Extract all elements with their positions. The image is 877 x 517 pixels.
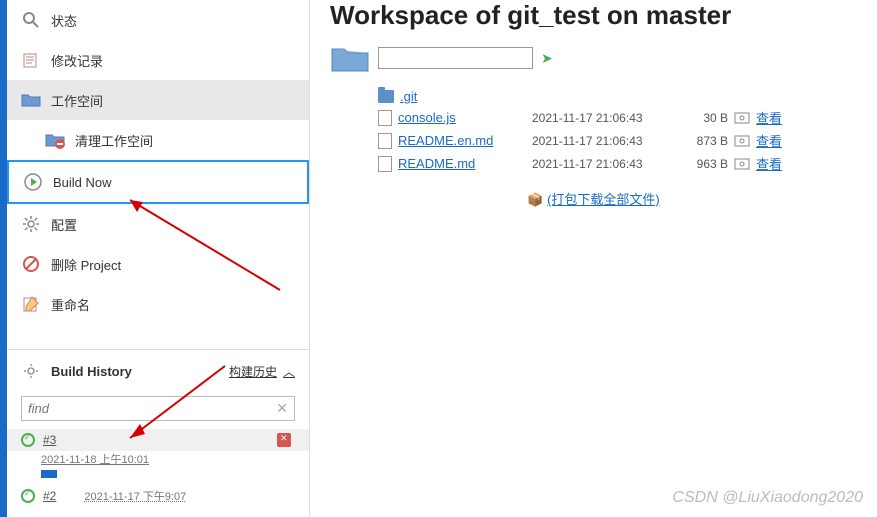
menu-label: 状态	[51, 11, 77, 30]
edit-icon	[21, 294, 41, 314]
clock-play-icon	[23, 172, 43, 192]
status-success-icon	[21, 489, 35, 503]
file-size: 30 B	[678, 111, 728, 125]
file-row: console.js 2021-11-17 21:06:43 30 B 查看	[378, 106, 857, 129]
gear-icon[interactable]	[21, 361, 41, 381]
menu-label: 修改记录	[51, 51, 103, 70]
progress-bar	[41, 470, 57, 478]
build-row-3[interactable]: #3	[7, 429, 309, 451]
build-time[interactable]: 2021-11-17 下午9:07	[64, 488, 186, 504]
menu-label: Build Now	[53, 175, 112, 190]
file-icon	[378, 156, 392, 172]
menu-clean-workspace[interactable]: 清理工作空间	[7, 120, 309, 160]
fingerprint-icon[interactable]	[734, 112, 750, 124]
magnifier-icon	[21, 10, 41, 30]
history-trend-link[interactable]: 构建历史 ︿	[229, 363, 295, 380]
folder-large-icon	[330, 41, 370, 75]
build-id-link[interactable]: #3	[43, 433, 56, 447]
find-box[interactable]: ✕	[21, 396, 295, 421]
file-icon	[378, 133, 392, 149]
file-name-link[interactable]: README.en.md	[398, 133, 526, 148]
menu-label: 清理工作空间	[75, 131, 153, 150]
menu-rename[interactable]: 重命名	[7, 284, 309, 324]
download-all-link[interactable]: (打包下载全部文件)	[547, 192, 660, 207]
menu-workspace[interactable]: 工作空间	[7, 80, 309, 120]
prohibit-icon	[21, 254, 41, 274]
path-bar: ➤	[330, 41, 857, 75]
folder-icon	[21, 90, 41, 110]
file-date: 2021-11-17 21:06:43	[532, 134, 672, 148]
cancel-build-icon[interactable]	[277, 433, 291, 447]
file-date: 2021-11-17 21:06:43	[532, 157, 672, 171]
left-accent-bar	[0, 0, 7, 517]
fingerprint-icon[interactable]	[734, 158, 750, 170]
menu-configure[interactable]: 配置	[7, 204, 309, 244]
path-input[interactable]	[378, 47, 533, 69]
file-name-link[interactable]: .git	[400, 89, 528, 104]
file-size: 963 B	[678, 157, 728, 171]
folder-small-icon	[378, 90, 394, 103]
build-history-section: Build History 构建历史 ︿ ✕ #3 2021-11-18 上午1…	[0, 349, 309, 508]
history-header: Build History 构建历史 ︿	[7, 350, 309, 392]
zip-icon: 📦	[527, 192, 543, 207]
gear-icon	[21, 214, 41, 234]
menu-label: 配置	[51, 215, 77, 234]
download-all: 📦 (打包下载全部文件)	[330, 189, 857, 208]
menu-delete-project[interactable]: 删除 Project	[7, 244, 309, 284]
file-name-link[interactable]: README.md	[398, 156, 526, 171]
file-view-link[interactable]: 查看	[756, 131, 782, 150]
file-view-link[interactable]: 查看	[756, 108, 782, 127]
build-time[interactable]: 2021-11-18 上午10:01	[7, 451, 309, 467]
fingerprint-icon[interactable]	[734, 135, 750, 147]
menu-label: 删除 Project	[51, 255, 121, 274]
file-row-folder[interactable]: .git	[378, 87, 857, 106]
menu-changes[interactable]: 修改记录	[7, 40, 309, 80]
file-row: README.md 2021-11-17 21:06:43 963 B 查看	[378, 152, 857, 175]
menu-label: 重命名	[51, 295, 90, 314]
file-date: 2021-11-17 21:06:43	[532, 111, 672, 125]
file-icon	[378, 110, 392, 126]
menu-label: 工作空间	[51, 91, 103, 110]
go-arrow-icon[interactable]: ➤	[541, 50, 553, 67]
find-input[interactable]	[28, 401, 276, 416]
menu-build-now[interactable]: Build Now	[7, 160, 309, 204]
page-title: Workspace of git_test on master	[330, 0, 857, 31]
notepad-icon	[21, 50, 41, 70]
sidebar: 状态 修改记录 工作空间 清理工作空间 Build Now 配置	[0, 0, 310, 517]
main-content: Workspace of git_test on master ➤ .git c…	[310, 0, 877, 517]
chevron-up-icon: ︿	[283, 363, 295, 380]
history-title: Build History	[51, 364, 132, 379]
file-row: README.en.md 2021-11-17 21:06:43 873 B 查…	[378, 129, 857, 152]
build-row-2[interactable]: #2 2021-11-17 下午9:07	[7, 484, 309, 508]
file-name-link[interactable]: console.js	[398, 110, 526, 125]
file-view-link[interactable]: 查看	[756, 154, 782, 173]
file-list: .git console.js 2021-11-17 21:06:43 30 B…	[378, 87, 857, 175]
sidebar-menu: 状态 修改记录 工作空间 清理工作空间 Build Now 配置	[0, 0, 309, 324]
clear-icon[interactable]: ✕	[276, 400, 288, 417]
folder-delete-icon	[45, 130, 65, 150]
build-id-link[interactable]: #2	[43, 489, 56, 503]
file-size: 873 B	[678, 134, 728, 148]
menu-status[interactable]: 状态	[7, 0, 309, 40]
status-success-icon	[21, 433, 35, 447]
history-link-label: 构建历史	[229, 363, 277, 380]
